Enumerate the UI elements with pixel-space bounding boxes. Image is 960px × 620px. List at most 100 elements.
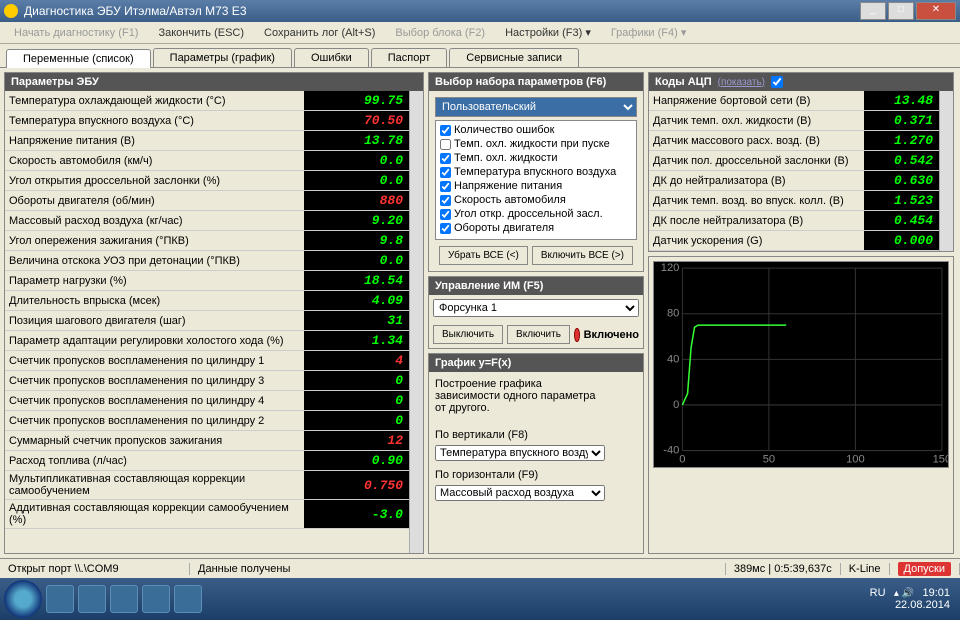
param-value: 4.09 xyxy=(304,291,409,311)
table-row[interactable]: Датчик пол. дроссельной заслонки (В)0.54… xyxy=(649,151,939,171)
include-all-button[interactable]: Включить ВСЕ (>) xyxy=(532,246,633,265)
table-row[interactable]: ДК после нейтрализатора (В)0.454 xyxy=(649,211,939,231)
tab-passport[interactable]: Паспорт xyxy=(371,48,448,67)
table-row[interactable]: Напряжение бортовой сети (В)13.48 xyxy=(649,91,939,111)
param-checkbox[interactable] xyxy=(440,223,451,234)
check-row[interactable]: Количество ошибок xyxy=(438,123,634,137)
check-row[interactable]: Обороты двигателя xyxy=(438,221,634,235)
paramset-select[interactable]: Пользовательский xyxy=(435,97,637,117)
param-checkbox[interactable] xyxy=(440,209,451,220)
status-badge[interactable]: Допуски xyxy=(898,562,951,576)
graph-x-select[interactable]: Массовый расход воздуха xyxy=(435,485,605,501)
table-row[interactable]: Счетчик пропусков воспламенения по цилин… xyxy=(5,411,409,431)
table-row[interactable]: Массовый расход воздуха (кг/час)9.20 xyxy=(5,211,409,231)
table-row[interactable]: Угол опережения зажигания (°ПКВ)9.8 xyxy=(5,231,409,251)
tab-errors[interactable]: Ошибки xyxy=(294,48,369,67)
check-row[interactable]: Темп. охл. жидкости при пуске xyxy=(438,137,634,151)
table-row[interactable]: Длительность впрыска (мсек)4.09 xyxy=(5,291,409,311)
table-row[interactable]: Угол открытия дроссельной заслонки (%)0.… xyxy=(5,171,409,191)
check-label: Количество ошибок xyxy=(454,124,554,136)
param-checkbox[interactable] xyxy=(440,153,451,164)
menu-savelog[interactable]: Сохранить лог (Alt+S) xyxy=(256,25,383,41)
param-checkbox[interactable] xyxy=(440,125,451,136)
table-row[interactable]: Датчик массового расх. возд. (В)1.270 xyxy=(649,131,939,151)
table-row[interactable]: Датчик ускорения (G)0.000 xyxy=(649,231,939,251)
menu-graphs[interactable]: Графики (F4) ▾ xyxy=(603,24,695,41)
param-checkbox[interactable] xyxy=(440,195,451,206)
table-row[interactable]: Температура охлаждающей жидкости (°С)99.… xyxy=(5,91,409,111)
close-button[interactable]: ✕ xyxy=(916,2,956,20)
check-row[interactable]: Темп. охл. жидкости xyxy=(438,151,634,165)
graph-desc: Построение графика зависимости одного па… xyxy=(435,378,605,414)
check-row[interactable]: Температура впускного воздуха xyxy=(438,165,634,179)
param-checkbox[interactable] xyxy=(440,181,451,192)
im-title: Управление ИМ (F5) xyxy=(429,277,643,295)
param-value: 0.750 xyxy=(304,471,409,500)
start-button[interactable] xyxy=(4,580,42,618)
param-checkbox[interactable] xyxy=(440,167,451,178)
tab-service[interactable]: Сервисные записи xyxy=(449,48,579,67)
taskbar-media-icon[interactable] xyxy=(110,585,138,613)
table-row[interactable]: Параметр адаптации регулировки холостого… xyxy=(5,331,409,351)
check-label: Температура впускного воздуха xyxy=(454,166,616,178)
param-checklist[interactable]: Количество ошибокТемп. охл. жидкости при… xyxy=(435,120,637,240)
param-checkbox[interactable] xyxy=(440,139,451,150)
menu-settings[interactable]: Настройки (F3) ▾ xyxy=(497,24,599,41)
table-row[interactable]: Счетчик пропусков воспламенения по цилин… xyxy=(5,391,409,411)
param-label: Счетчик пропусков воспламенения по цилин… xyxy=(5,371,304,391)
param-label: Суммарный счетчик пропусков зажигания xyxy=(5,431,304,451)
param-value: 13.78 xyxy=(304,131,409,151)
table-row[interactable]: Датчик темп. возд. во впуск. колл. (В)1.… xyxy=(649,191,939,211)
table-row[interactable]: Позиция шагового двигателя (шаг)31 xyxy=(5,311,409,331)
check-label: Темп. охл. жидкости xyxy=(454,152,558,164)
menu-end[interactable]: Закончить (ESC) xyxy=(150,25,252,41)
maximize-button[interactable]: □ xyxy=(888,2,914,20)
adc-show-link[interactable]: (показать) xyxy=(718,77,765,88)
im-off-button[interactable]: Выключить xyxy=(433,325,503,344)
tab-variables[interactable]: Переменные (список) xyxy=(6,49,151,68)
adc-label: ДК до нейтрализатора (В) xyxy=(649,171,864,191)
graph-y-select[interactable]: Температура впускного воздуха xyxy=(435,445,605,461)
table-row[interactable]: Аддитивная составляющая коррекции самооб… xyxy=(5,500,409,529)
taskbar-app-icon[interactable] xyxy=(142,585,170,613)
graph-ylabel: По вертикали (F8) xyxy=(435,429,605,441)
table-row[interactable]: Счетчик пропусков воспламенения по цилин… xyxy=(5,351,409,371)
tab-parameters[interactable]: Параметры (график) xyxy=(153,48,292,67)
menu-start[interactable]: Начать диагностику (F1) xyxy=(6,25,146,41)
scrollbar[interactable] xyxy=(939,91,953,251)
taskbar-ie-icon[interactable] xyxy=(46,585,74,613)
im-on-button[interactable]: Включить xyxy=(507,325,570,344)
table-row[interactable]: Параметр нагрузки (%)18.54 xyxy=(5,271,409,291)
system-tray[interactable]: RU ▴ 🔊 19:01 22.08.2014 xyxy=(870,587,956,611)
table-row[interactable]: Мультипликативная составляющая коррекции… xyxy=(5,471,409,500)
taskbar-explorer-icon[interactable] xyxy=(78,585,106,613)
check-row[interactable]: Скорость автомобиля xyxy=(438,193,634,207)
table-row[interactable]: Скорость автомобиля (км/ч)0.0 xyxy=(5,151,409,171)
table-row[interactable]: Обороты двигателя (об/мин)880 xyxy=(5,191,409,211)
table-row[interactable]: ДК до нейтрализатора (В)0.630 xyxy=(649,171,939,191)
check-row[interactable]: Угол откр. дроссельной засл. xyxy=(438,207,634,221)
taskbar-app2-icon[interactable] xyxy=(174,585,202,613)
chart-panel: -4004080120050100150 xyxy=(648,256,954,554)
check-row[interactable]: Напряжение питания xyxy=(438,179,634,193)
table-row[interactable]: Температура впускного воздуха (°С)70.50 xyxy=(5,111,409,131)
table-row[interactable]: Напряжение питания (В)13.78 xyxy=(5,131,409,151)
table-row[interactable]: Счетчик пропусков воспламенения по цилин… xyxy=(5,371,409,391)
table-row[interactable]: Расход топлива (л/час)0.90 xyxy=(5,451,409,471)
table-row[interactable]: Величина отскока УОЗ при детонации (°ПКВ… xyxy=(5,251,409,271)
table-row[interactable]: Датчик темп. охл. жидкости (В)0.371 xyxy=(649,111,939,131)
svg-text:40: 40 xyxy=(667,353,679,365)
im-select[interactable]: Форсунка 1 xyxy=(433,299,639,317)
minimize-button[interactable]: _ xyxy=(860,2,886,20)
param-label: Обороты двигателя (об/мин) xyxy=(5,191,304,211)
table-row[interactable]: Суммарный счетчик пропусков зажигания12 xyxy=(5,431,409,451)
adc-label: Датчик темп. возд. во впуск. колл. (В) xyxy=(649,191,864,211)
menu-block[interactable]: Выбор блока (F2) xyxy=(387,25,493,41)
param-value: -3.0 xyxy=(304,500,409,529)
remove-all-button[interactable]: Убрать ВСЕ (<) xyxy=(439,246,528,265)
svg-text:50: 50 xyxy=(763,454,775,465)
adc-show-checkbox[interactable] xyxy=(771,76,783,88)
scrollbar[interactable] xyxy=(409,91,423,553)
param-label: Температура охлаждающей жидкости (°С) xyxy=(5,91,304,111)
check-label: Угол откр. дроссельной засл. xyxy=(454,208,603,220)
